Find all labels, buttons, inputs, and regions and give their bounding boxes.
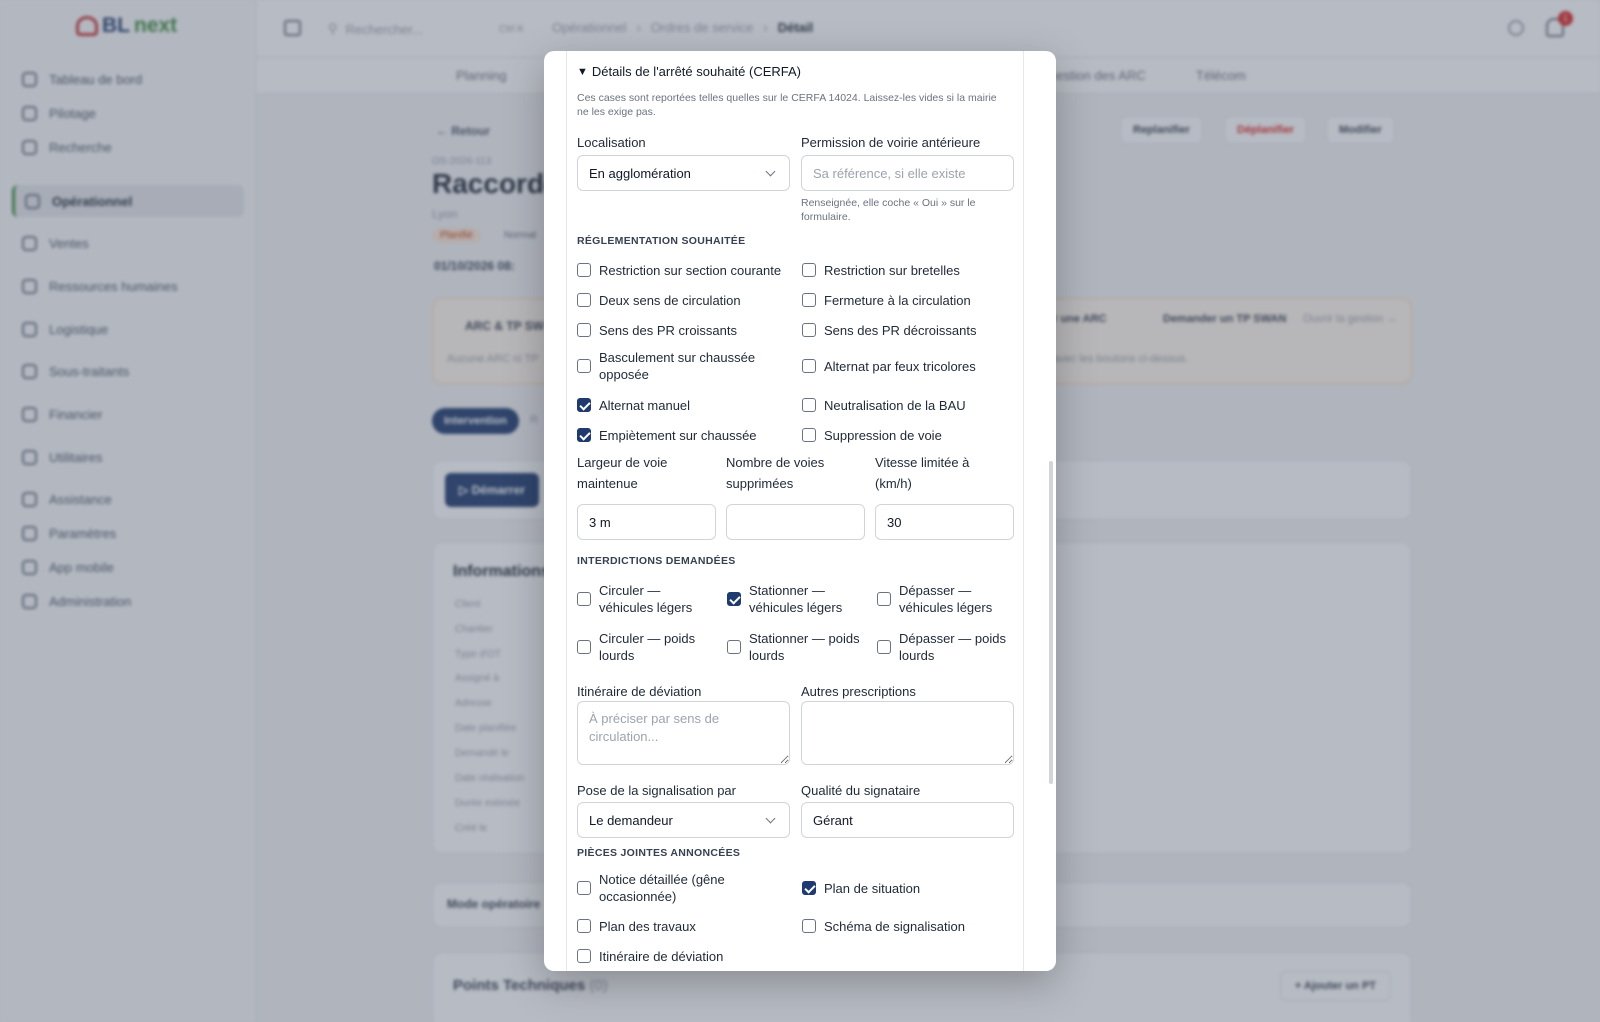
qualite-input[interactable] [801,802,1014,838]
chevron-down-icon [765,813,776,823]
checkbox-box [877,592,891,606]
itineraire-textarea[interactable] [577,701,790,765]
itineraire-field-wrap [577,701,790,765]
checkbox-notice-detaillee[interactable]: Notice détaillée (gêne occasionnée) [577,870,777,906]
checkbox-box [802,398,816,412]
checkbox-box [577,263,591,277]
checkbox-box [577,359,591,373]
vitesse-label: Vitesse limitée à (km/h) [875,455,970,491]
checkbox-stationner-vl[interactable]: Stationner — véhicules légers [727,580,867,618]
checkbox-box [577,949,591,963]
voies-label: Nombre de voies supprimées [726,455,825,491]
checkbox-stationner-pl[interactable]: Stationner — poids lourds [727,628,872,666]
checkbox-box [577,881,591,895]
checkbox-circuler-pl[interactable]: Circuler — poids lourds [577,628,717,666]
checkbox-box [577,293,591,307]
checkbox-box [802,293,816,307]
autres-label: Autres prescriptions [801,684,916,699]
checkbox-plan-travaux[interactable]: Plan des travaux [577,914,792,938]
details-summary-toggle[interactable]: ▼ Détails de l'arrêté souhaité (CERFA) [577,64,801,79]
pieces-heading: PIÈCES JOINTES ANNONCÉES [577,847,741,859]
checkbox-box [802,881,816,895]
checkbox-suppression-voie[interactable]: Suppression de voie [802,423,1017,447]
modal-scrollbar-thumb[interactable] [1049,461,1053,784]
checkbox-basculement[interactable]: Basculement sur chaussée opposée [577,348,777,384]
autres-field-wrap [801,701,1014,765]
voies-input[interactable] [726,504,865,540]
localisation-select[interactable]: En agglomération [577,155,790,191]
cerfa-modal: ▼ Détails de l'arrêté souhaité (CERFA) C… [544,51,1056,971]
vitesse-input[interactable] [875,504,1014,540]
permission-input[interactable] [801,155,1014,191]
checkbox-box [577,398,591,412]
checkbox-neutralisation-bau[interactable]: Neutralisation de la BAU [802,393,1017,417]
pose-select[interactable]: Le demandeur [577,802,790,838]
permission-help: Renseignée, elle coche « Oui » sur le fo… [801,197,976,223]
caret-down-icon: ▼ [577,65,588,78]
checkbox-feux-tricolores[interactable]: Alternat par feux tricolores [802,354,1017,378]
checkbox-box [802,919,816,933]
checkbox-restriction-section[interactable]: Restriction sur section courante [577,258,792,282]
qualite-label: Qualité du signataire [801,783,921,798]
checkbox-deux-sens[interactable]: Deux sens de circulation [577,288,792,312]
checkbox-box [802,323,816,337]
checkbox-box [577,640,591,654]
checkbox-box [727,592,741,606]
voies-field-wrap [726,504,865,540]
checkbox-box [577,323,591,337]
checkbox-schema-signalisation[interactable]: Schéma de signalisation [802,914,1017,938]
checkbox-depasser-vl[interactable]: Dépasser — véhicules légers [877,580,1017,618]
checkbox-plan-situation[interactable]: Plan de situation [802,876,1017,900]
checkbox-fermeture[interactable]: Fermeture à la circulation [802,288,1017,312]
cerfa-hint: Ces cases sont reportées telles quelles … [577,92,997,118]
checkbox-box [802,359,816,373]
qualite-field-wrap [801,802,1014,838]
permission-field-wrap [801,155,1014,191]
checkbox-box [802,428,816,442]
chevron-down-icon [765,166,776,176]
reglementation-heading: RÉGLEMENTATION SOUHAITÉE [577,235,746,247]
checkbox-pr-croissants[interactable]: Sens des PR croissants [577,318,792,342]
checkbox-box [727,640,741,654]
localisation-label: Localisation [577,135,646,150]
largeur-field-wrap [577,504,716,540]
checkbox-pr-decroissants[interactable]: Sens des PR décroissants [802,318,1017,342]
vitesse-field-wrap [875,504,1014,540]
largeur-label: Largeur de voie maintenue [577,455,668,491]
checkbox-box [802,263,816,277]
checkbox-box [577,919,591,933]
checkbox-circuler-vl[interactable]: Circuler — véhicules légers [577,580,717,618]
checkbox-box [577,592,591,606]
autres-textarea[interactable] [801,701,1014,765]
checkbox-box [877,640,891,654]
pose-label: Pose de la signalisation par [577,783,736,798]
itineraire-label: Itinéraire de déviation [577,684,702,699]
permission-label: Permission de voirie antérieure [801,135,981,150]
checkbox-restriction-bretelles[interactable]: Restriction sur bretelles [802,258,1017,282]
largeur-input[interactable] [577,504,716,540]
checkbox-depasser-pl[interactable]: Dépasser — poids lourds [877,628,1017,666]
checkbox-empietement[interactable]: Empiètement sur chaussée [577,423,792,447]
checkbox-box [577,428,591,442]
checkbox-itineraire-deviation[interactable]: Itinéraire de déviation [577,944,792,968]
interdictions-heading: INTERDICTIONS DEMANDÉES [577,555,736,567]
checkbox-alternat-manuel[interactable]: Alternat manuel [577,393,792,417]
